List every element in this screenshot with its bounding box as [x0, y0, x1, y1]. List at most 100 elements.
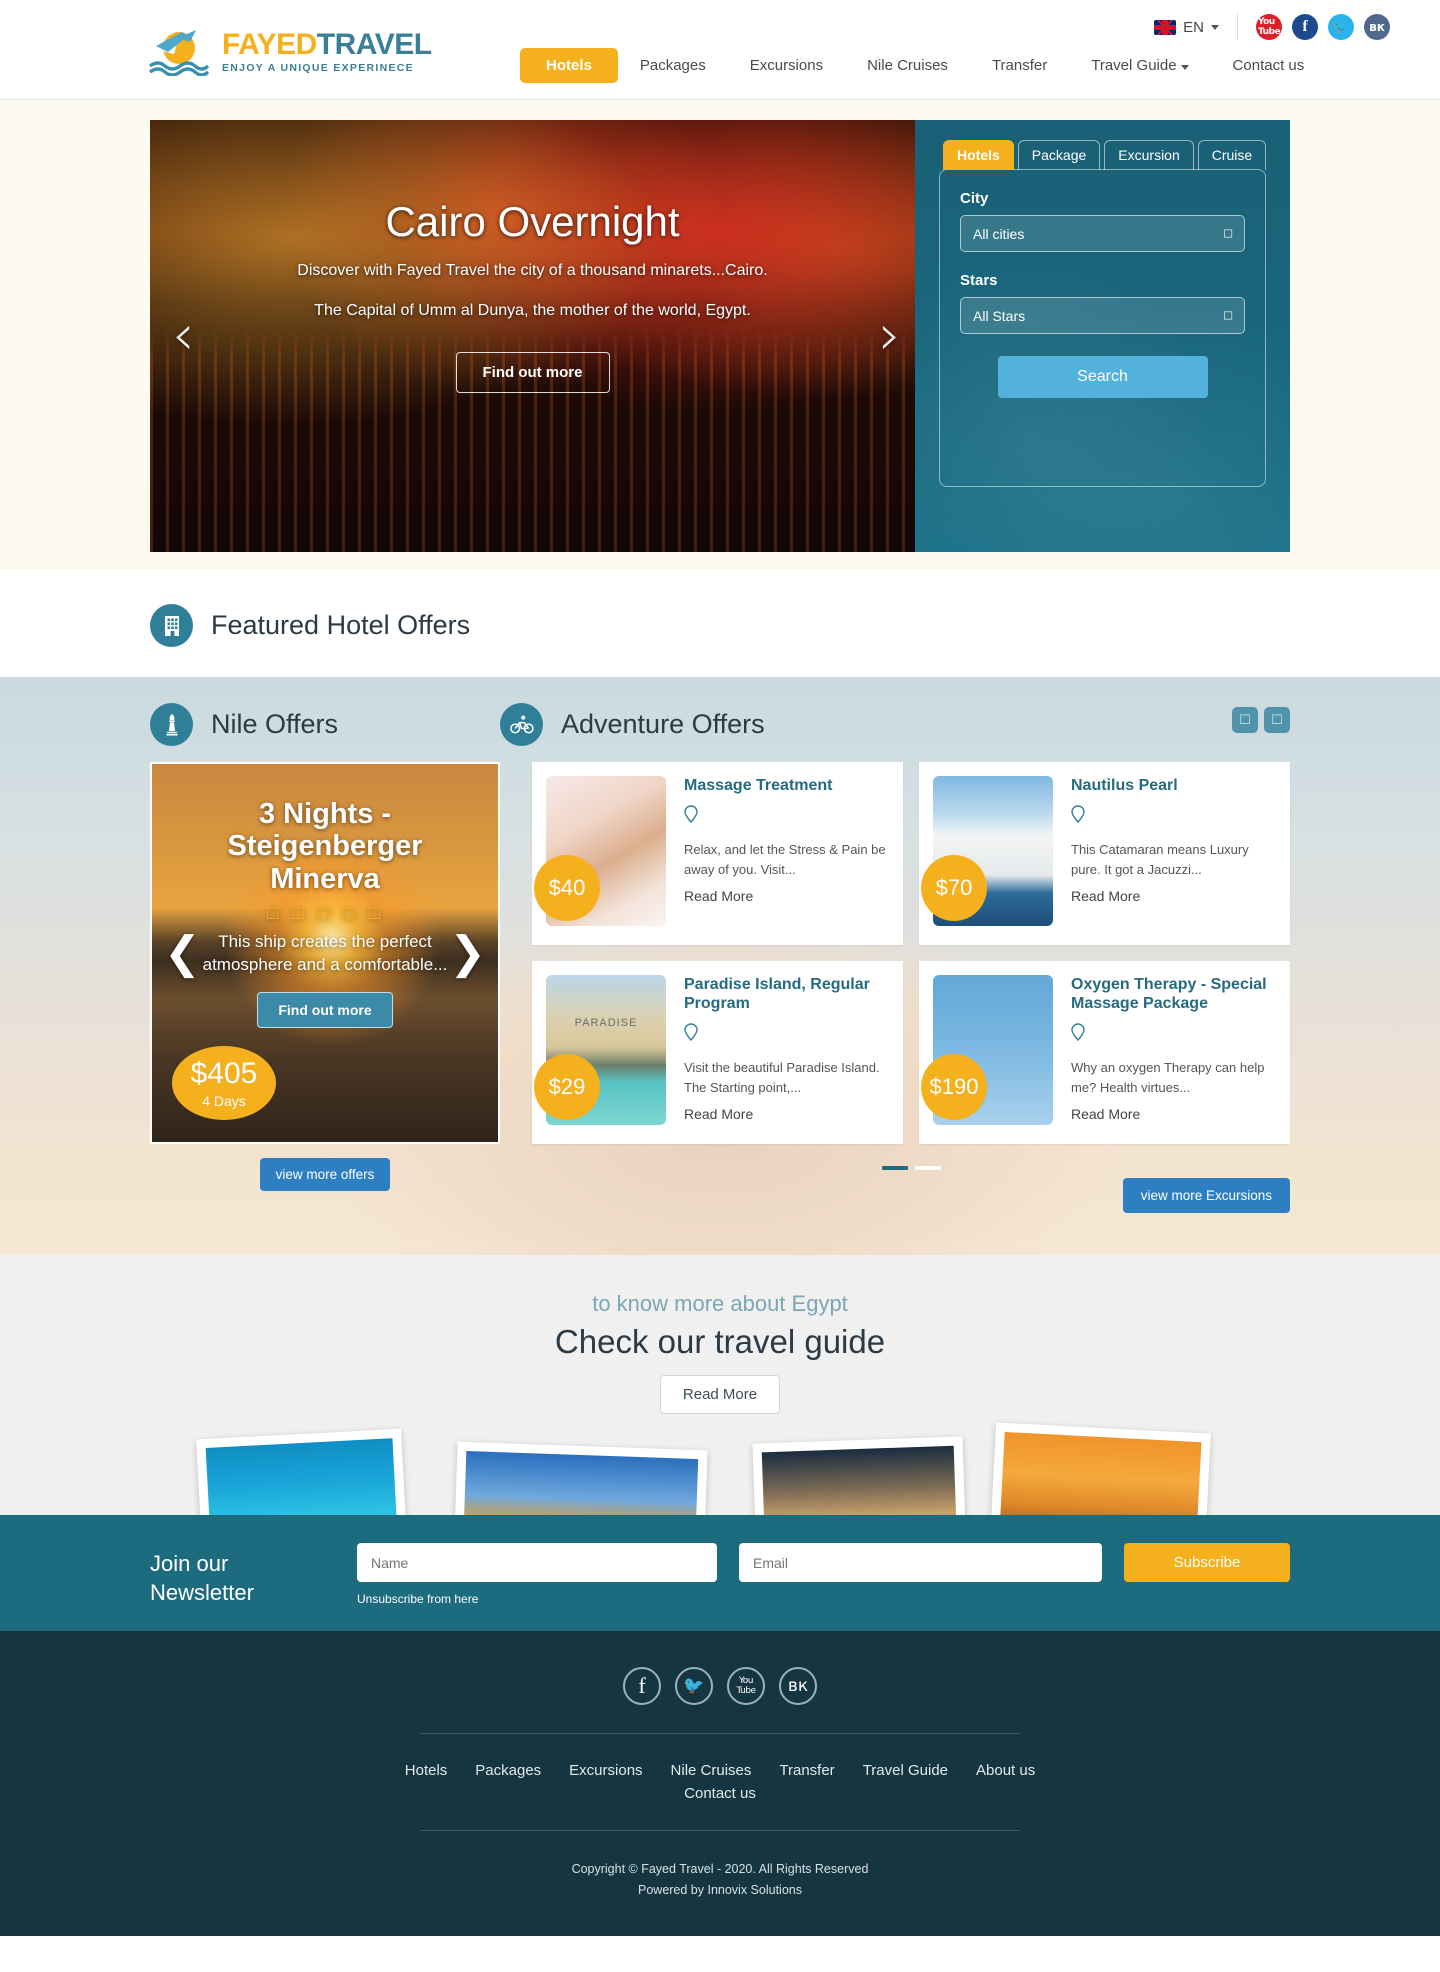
nav-item-contact-us[interactable]: Contact us — [1211, 48, 1327, 83]
search-panel: Hotels Package Excursion Cruise City All… — [915, 120, 1290, 552]
offers-band: Nile Offers Adventure Offers ☐ ☐ 3 Night… — [0, 677, 1440, 1255]
adventure-card[interactable]: $70 Nautilus Pearl This Catamaran means … — [919, 762, 1290, 945]
utility-bar: EN You Tube f 🐦 вк — [1154, 14, 1390, 40]
nile-find-out-more-button[interactable]: Find out more — [257, 991, 393, 1028]
adventure-price-badge: $29 — [534, 1054, 600, 1120]
adventure-card[interactable]: PARADISE $29 Paradise Island, Regular Pr… — [532, 961, 903, 1144]
nav-item-packages[interactable]: Packages — [618, 48, 728, 83]
footer-link-nile-cruises[interactable]: Nile Cruises — [671, 1762, 752, 1779]
travel-guide-read-more-button[interactable]: Read More — [659, 1375, 781, 1414]
vk-icon[interactable]: вк — [779, 1667, 817, 1706]
youtube-icon[interactable]: You Tube — [727, 1667, 765, 1706]
adventure-read-more-link[interactable]: Read More — [684, 1106, 753, 1122]
footer-link-hotels[interactable]: Hotels — [405, 1762, 448, 1779]
featured-title: Featured Hotel Offers — [211, 610, 471, 640]
polaroid-photo-desert — [988, 1422, 1211, 1515]
adventure-read-more-link[interactable]: Read More — [684, 888, 753, 904]
nile-price-duration: 4 Days — [202, 1092, 246, 1109]
adventure-card-body: Nautilus Pearl This Catamaran means Luxu… — [1053, 776, 1276, 931]
adventure-card-body: Oxygen Therapy - Special Massage Package… — [1053, 975, 1276, 1130]
carousel-next-button[interactable]: ☐ — [1264, 707, 1290, 733]
hero-section: Cairo Overnight Discover with Fayed Trav… — [0, 100, 1440, 570]
nav-item-nile-cruises[interactable]: Nile Cruises — [845, 48, 970, 83]
logo-text-part-a: FAYED — [222, 28, 317, 62]
carousel-prev-button[interactable]: ☐ — [1232, 707, 1258, 733]
location-pin-icon — [684, 805, 889, 828]
adventure-carousel-dots — [532, 1166, 1290, 1170]
footer-link-about-us[interactable]: About us — [976, 1762, 1035, 1779]
carousel-dot-1[interactable] — [881, 1166, 908, 1170]
vk-icon[interactable]: вк — [1364, 14, 1390, 40]
nile-card-description: This ship creates the perfect atmosphere… — [202, 932, 448, 974]
hero-next-arrow-icon[interactable]: › — [879, 308, 901, 364]
adventure-card[interactable]: $190 Oxygen Therapy - Special Massage Pa… — [919, 961, 1290, 1144]
adventure-cards-grid: $40 Massage Treatment Relax, and let the… — [532, 762, 1290, 1144]
nile-next-arrow-icon[interactable]: ❯ — [449, 928, 486, 979]
footer-divider-bottom — [420, 1830, 1020, 1832]
stars-select[interactable]: All Stars ☐ — [960, 297, 1245, 334]
newsletter-email-input[interactable] — [739, 1543, 1102, 1582]
adventure-card[interactable]: $40 Massage Treatment Relax, and let the… — [532, 762, 903, 945]
newsletter-title: Join our Newsletter — [150, 1551, 254, 1605]
hero-find-out-more-button[interactable]: Find out more — [455, 352, 610, 393]
footer-link-contact-us[interactable]: Contact us — [380, 1785, 1060, 1802]
footer-link-excursions[interactable]: Excursions — [569, 1762, 642, 1779]
newsletter-name-input[interactable] — [357, 1543, 717, 1582]
adventure-card-title: Massage Treatment — [684, 777, 833, 794]
adventure-card-title: Nautilus Pearl — [1071, 777, 1178, 794]
nav-travel-guide-label: Travel Guide — [1091, 57, 1177, 74]
view-more-offers-button[interactable]: view more offers — [259, 1158, 391, 1191]
language-selector[interactable]: EN — [1154, 14, 1238, 40]
powered-by-line: Powered by Innovix Solutions — [638, 1883, 802, 1898]
nav-item-hotels[interactable]: Hotels — [520, 48, 618, 83]
adventure-read-more-link[interactable]: Read More — [1071, 888, 1140, 904]
hero-prev-arrow-icon[interactable]: ‹ — [172, 308, 194, 364]
tab-excursion[interactable]: Excursion — [1104, 140, 1194, 170]
footer-link-packages[interactable]: Packages — [475, 1762, 541, 1779]
nile-prev-arrow-icon[interactable]: ❮ — [164, 928, 201, 979]
twitter-icon[interactable]: 🐦 — [1328, 14, 1354, 40]
tab-package[interactable]: Package — [1017, 140, 1101, 170]
adventure-offers-column: $40 Massage Treatment Relax, and let the… — [532, 762, 1290, 1213]
twitter-icon[interactable]: 🐦 — [675, 1667, 713, 1706]
carousel-dot-2[interactable] — [914, 1166, 941, 1170]
adventure-price-badge: $190 — [921, 1054, 987, 1120]
nav-item-travel-guide[interactable]: Travel Guide — [1069, 48, 1210, 83]
facebook-icon[interactable]: f — [623, 1667, 661, 1706]
view-more-excursions-button[interactable]: view more Excursions — [1122, 1178, 1290, 1213]
featured-header: Featured Hotel Offers — [150, 604, 1290, 647]
adventure-read-more-link[interactable]: Read More — [1071, 1106, 1140, 1122]
site-logo[interactable]: FAYEDTRAVEL ENJOY A UNIQUE EXPERINECE — [148, 28, 432, 77]
location-pin-icon — [684, 1023, 889, 1046]
copyright-line: Copyright © Fayed Travel - 2020. All Rig… — [571, 1862, 869, 1877]
nile-offer-card[interactable]: 3 Nights - Steigenberger Minerva ☐ ☐ ☐ ☐… — [150, 762, 500, 1144]
nav-item-excursions[interactable]: Excursions — [728, 48, 845, 83]
footer-link-transfer[interactable]: Transfer — [779, 1762, 834, 1779]
search-button[interactable]: Search — [997, 356, 1208, 398]
main-navigation: Hotels Packages Excursions Nile Cruises … — [520, 48, 1326, 83]
adventure-price-badge: $40 — [534, 855, 600, 921]
newsletter-subscribe-button[interactable]: Subscribe — [1124, 1543, 1290, 1582]
featured-hotel-offers-section: Featured Hotel Offers — [0, 570, 1440, 677]
footer-link-travel-guide[interactable]: Travel Guide — [863, 1762, 948, 1779]
hero-title: Cairo Overnight — [385, 198, 680, 245]
nav-item-transfer[interactable]: Transfer — [970, 48, 1069, 83]
unsubscribe-link[interactable]: Unsubscribe from here — [357, 1592, 1290, 1606]
lighthouse-icon — [150, 703, 193, 746]
hero-caption: Cairo Overnight Discover with Fayed Trav… — [150, 120, 915, 552]
youtube-icon[interactable]: You Tube — [1256, 14, 1282, 40]
search-tabs: Hotels Package Excursion Cruise — [939, 140, 1267, 170]
tab-hotels[interactable]: Hotels — [943, 140, 1014, 170]
travel-guide-section: to know more about Egypt Check our trave… — [0, 1255, 1440, 1515]
logo-tagline: ENJOY A UNIQUE EXPERINECE — [222, 62, 414, 75]
hero-subtitle-2: The Capital of Umm al Dunya, the mother … — [314, 302, 751, 319]
tab-cruise[interactable]: Cruise — [1197, 140, 1267, 170]
nile-card-title: 3 Nights - Steigenberger Minerva — [227, 798, 423, 895]
offers-body: 3 Nights - Steigenberger Minerva ☐ ☐ ☐ ☐… — [150, 762, 1290, 1213]
chevron-down-icon — [1180, 65, 1189, 70]
city-select[interactable]: All cities ☐ — [960, 215, 1245, 252]
nile-offers-title: Nile Offers — [211, 709, 339, 739]
footer-copyright: Copyright © Fayed Travel - 2020. All Rig… — [0, 1859, 1440, 1902]
star-rating-icon: ☐ ☐ ☐ ☐ ☐ — [265, 904, 385, 924]
facebook-icon[interactable]: f — [1292, 14, 1318, 40]
